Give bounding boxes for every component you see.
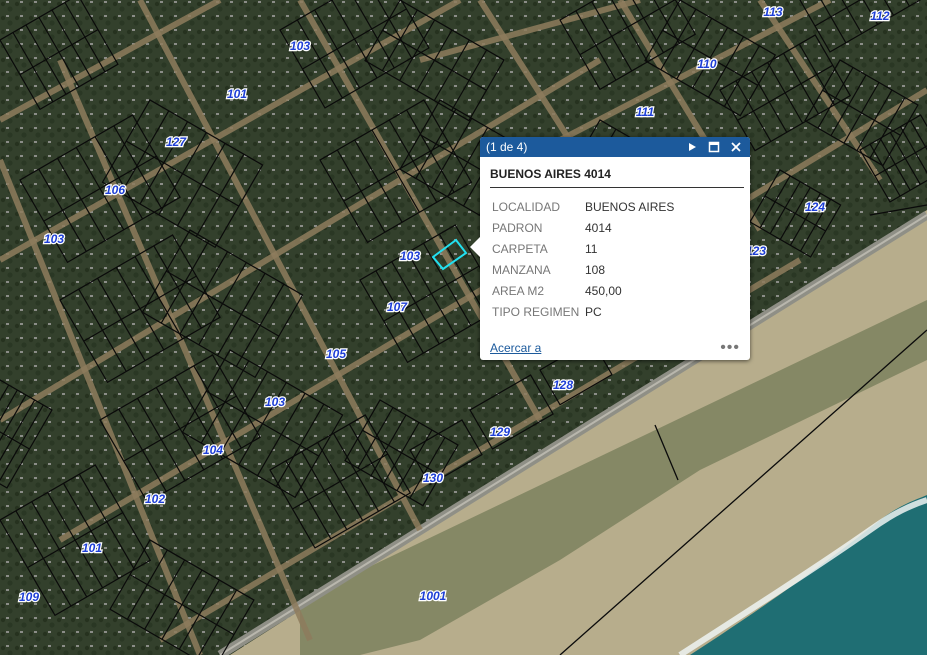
attribute-value: PC bbox=[585, 304, 602, 319]
attribute-value: 108 bbox=[585, 262, 606, 277]
block-number-label: 103 bbox=[44, 232, 64, 246]
block-number-label: 106 bbox=[105, 183, 125, 197]
attribute-row: TIPO REGIMEN PC bbox=[490, 301, 676, 322]
popup-title: BUENOS AIRES 4014 bbox=[490, 167, 744, 188]
attribute-value: 4014 bbox=[585, 220, 612, 235]
block-number-label: 103 bbox=[265, 395, 285, 409]
block-number-label: 101 bbox=[82, 541, 102, 555]
feature-popup: (1 de 4) BUENOS AIRES 4014 LOCALIDAD BUEN… bbox=[470, 137, 750, 360]
block-number-label: 112 bbox=[870, 9, 889, 23]
popup-footer: Acercar a ••• bbox=[490, 340, 740, 356]
attribute-key: TIPO REGIMEN bbox=[492, 304, 580, 319]
next-feature-button[interactable] bbox=[684, 139, 700, 155]
attribute-key: CARPETA bbox=[492, 241, 548, 256]
attribute-row: MANZANA 108 bbox=[490, 259, 676, 280]
map-view[interactable]: 103 101 127 106 103 103 107 105 103 104 102 101 109 1… bbox=[0, 0, 927, 655]
block-number-label: 101 bbox=[227, 87, 247, 101]
block-number-label: 1001 bbox=[420, 589, 447, 603]
block-number-label: 104 bbox=[203, 443, 223, 457]
block-number-label: 107 bbox=[387, 300, 408, 314]
block-number-label: 105 bbox=[326, 347, 346, 361]
maximize-button[interactable] bbox=[706, 139, 722, 155]
more-actions-button[interactable]: ••• bbox=[720, 340, 740, 356]
attribute-row: PADRON 4014 bbox=[490, 217, 676, 238]
maximize-icon bbox=[708, 141, 720, 153]
attribute-key: PADRON bbox=[492, 220, 543, 235]
attribute-key: MANZANA bbox=[492, 262, 551, 277]
attribute-row: CARPETA 11 bbox=[490, 238, 676, 259]
attribute-value: BUENOS AIRES bbox=[585, 199, 675, 214]
attribute-row: AREA M2 450,00 bbox=[490, 280, 676, 301]
close-icon bbox=[731, 142, 741, 152]
block-number-label: 110 bbox=[697, 57, 716, 71]
block-number-label: 124 bbox=[805, 200, 825, 214]
block-number-label: 129 bbox=[490, 425, 510, 439]
popup-header: (1 de 4) bbox=[480, 137, 750, 157]
play-icon bbox=[689, 143, 696, 151]
block-number-label: 109 bbox=[19, 590, 39, 604]
close-button[interactable] bbox=[728, 139, 744, 155]
attribute-key: AREA M2 bbox=[492, 283, 545, 298]
popup-pointer bbox=[470, 237, 480, 257]
attribute-row: LOCALIDAD BUENOS AIRES bbox=[490, 196, 676, 217]
block-number-label: 103 bbox=[400, 249, 420, 263]
block-number-label: 113 bbox=[763, 5, 782, 19]
attribute-value: 450,00 bbox=[585, 283, 622, 298]
feature-count: (1 de 4) bbox=[486, 140, 528, 154]
attribute-table: LOCALIDAD BUENOS AIRES PADRON 4014 CARPETA… bbox=[490, 196, 676, 322]
block-number-label: 103 bbox=[290, 39, 310, 53]
attribute-key: LOCALIDAD bbox=[492, 199, 561, 214]
attribute-value: 11 bbox=[585, 241, 598, 256]
block-number-label: 128 bbox=[553, 378, 573, 392]
block-number-label: 111 bbox=[636, 105, 655, 119]
block-number-label: 127 bbox=[166, 135, 187, 149]
block-number-label: 102 bbox=[145, 492, 165, 506]
zoom-to-link[interactable]: Acercar a bbox=[490, 341, 541, 355]
block-number-label: 130 bbox=[423, 471, 443, 485]
